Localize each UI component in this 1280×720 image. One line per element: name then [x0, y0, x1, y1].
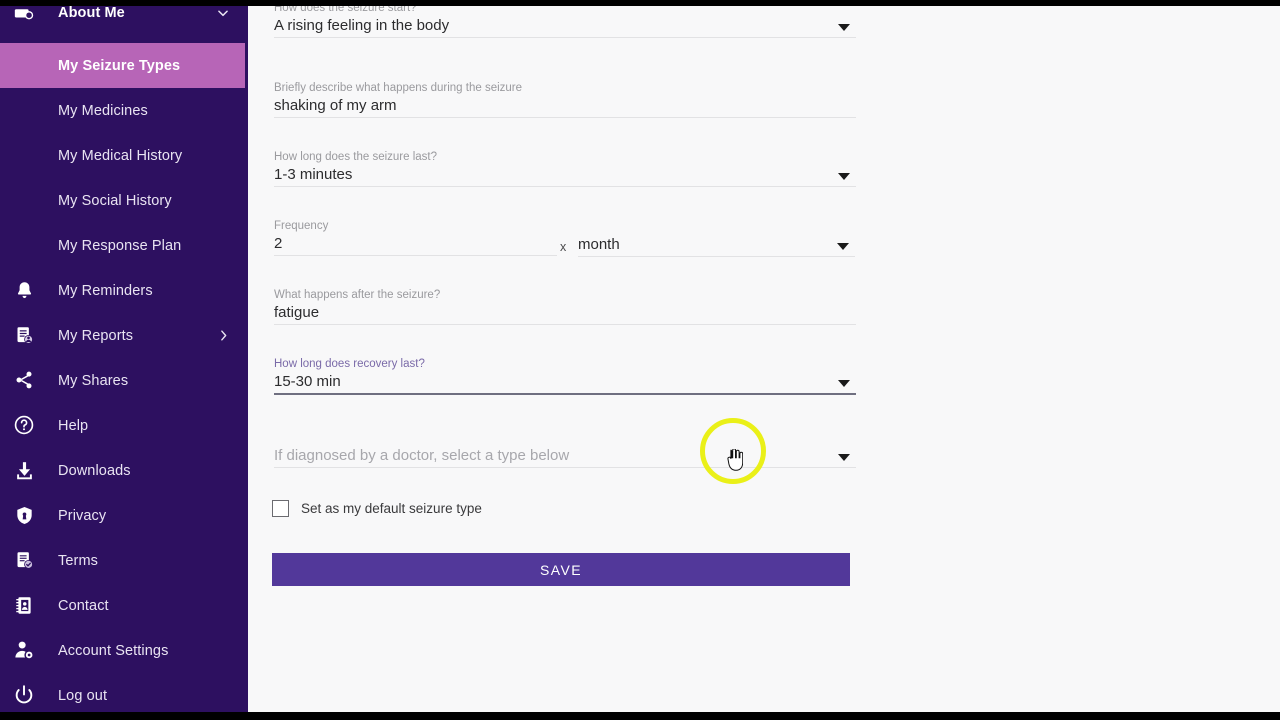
sidebar-item-my-shares[interactable]: My Shares	[0, 358, 248, 403]
chevron-down-icon[interactable]	[838, 380, 850, 387]
field-label: How long does recovery last?	[274, 357, 856, 371]
sidebar-item-label: My Social History	[58, 193, 172, 209]
field-value[interactable]: 1-3 minutes	[274, 164, 856, 186]
field-underline	[274, 324, 856, 325]
share-icon	[6, 362, 42, 398]
chevron-down-icon[interactable]	[837, 243, 849, 250]
sidebar-item-label: Terms	[58, 553, 98, 569]
field-underline	[274, 117, 856, 118]
sidebar-item-label: My Seizure Types	[58, 58, 180, 74]
sidebar-item-my-medicines[interactable]: My Medicines	[0, 88, 248, 133]
sidebar-item-label: Account Settings	[58, 643, 168, 659]
multiplier-symbol: x	[560, 240, 566, 254]
field-underline	[274, 186, 856, 187]
sidebar-navigation: About Me My Seizure Types My Medicines M…	[0, 6, 248, 712]
sidebar-item-privacy[interactable]: Privacy	[0, 493, 248, 538]
field-recovery-duration: How long does recovery last? 15-30 min	[274, 357, 856, 395]
sidebar-item-label: My Reminders	[58, 283, 153, 299]
shield-lock-icon	[6, 497, 42, 533]
field-underline	[274, 255, 557, 256]
seizure-type-form: How does the seizure start? A rising fee…	[248, 6, 1280, 712]
field-value[interactable]: month	[578, 234, 855, 256]
document-check-icon	[6, 542, 42, 578]
sidebar-item-label: Contact	[58, 598, 109, 614]
field-value[interactable]: 15-30 min	[274, 371, 856, 393]
chevron-down-icon[interactable]	[838, 173, 850, 180]
sidebar-item-my-response-plan[interactable]: My Response Plan	[0, 223, 248, 268]
field-label: Briefly describe what happens during the…	[274, 81, 856, 95]
sidebar-item-my-seizure-types[interactable]: My Seizure Types	[0, 43, 245, 88]
sidebar-item-label: About Me	[58, 6, 125, 21]
default-seizure-type-checkbox-row[interactable]: Set as my default seizure type	[272, 500, 482, 517]
sidebar-item-label: My Reports	[58, 328, 133, 344]
sidebar-item-my-medical-history[interactable]: My Medical History	[0, 133, 248, 178]
field-label: How does the seizure start?	[274, 6, 856, 15]
sidebar-item-label: My Medical History	[58, 148, 182, 164]
field-underline	[274, 37, 856, 38]
field-underline	[274, 467, 856, 468]
default-seizure-type-checkbox[interactable]	[272, 500, 289, 517]
sidebar-item-label: Downloads	[58, 463, 131, 479]
field-value[interactable]: 2	[274, 233, 557, 255]
sidebar-item-my-social-history[interactable]: My Social History	[0, 178, 248, 223]
field-label: Frequency	[274, 219, 557, 233]
sidebar-item-label: Log out	[58, 688, 107, 704]
field-seizure-start: How does the seizure start? A rising fee…	[274, 6, 856, 38]
sidebar-item-contact[interactable]: Contact	[0, 583, 248, 628]
report-person-icon	[6, 317, 42, 353]
field-diagnosed-type: If diagnosed by a doctor, select a type …	[274, 445, 856, 468]
field-underline	[274, 393, 856, 395]
sidebar-item-my-reports[interactable]: My Reports	[0, 313, 248, 358]
bell-icon	[6, 272, 42, 308]
sidebar-item-help[interactable]: Help	[0, 403, 248, 448]
field-value[interactable]: A rising feeling in the body	[274, 15, 856, 37]
sidebar-item-label: Privacy	[58, 508, 106, 524]
sidebar-item-account-settings[interactable]: Account Settings	[0, 628, 248, 673]
chevron-down-icon[interactable]	[838, 24, 850, 31]
sidebar-item-my-reminders[interactable]: My Reminders	[0, 268, 248, 313]
field-label: How long does the seizure last?	[274, 150, 856, 164]
about-me-icon	[6, 6, 42, 30]
sidebar-item-label: Help	[58, 418, 88, 434]
field-frequency-period: month	[578, 234, 855, 257]
sidebar-item-label: My Response Plan	[58, 238, 181, 254]
question-circle-icon	[6, 407, 42, 443]
field-value[interactable]: shaking of my arm	[274, 95, 856, 117]
field-frequency-count: Frequency 2	[274, 219, 557, 256]
sidebar-item-label: My Shares	[58, 373, 128, 389]
sidebar-item-downloads[interactable]: Downloads	[0, 448, 248, 493]
person-gear-icon	[6, 632, 42, 668]
sidebar-item-label: My Medicines	[58, 103, 148, 119]
checkbox-label: Set as my default seizure type	[301, 501, 482, 516]
sidebar-item-log-out[interactable]: Log out	[0, 673, 248, 712]
sidebar-item-terms[interactable]: Terms	[0, 538, 248, 583]
field-seizure-description: Briefly describe what happens during the…	[274, 81, 856, 118]
field-underline	[578, 256, 855, 257]
power-icon	[6, 677, 42, 712]
field-after-seizure: What happens after the seizure? fatigue	[274, 288, 856, 325]
app-window: About Me My Seizure Types My Medicines M…	[0, 6, 1280, 712]
address-book-icon	[6, 587, 42, 623]
chevron-down-icon	[216, 6, 230, 20]
field-label: What happens after the seizure?	[274, 288, 856, 302]
chevron-right-icon	[217, 329, 230, 342]
save-button[interactable]: SAVE	[272, 553, 850, 586]
field-value[interactable]: fatigue	[274, 302, 856, 324]
field-placeholder[interactable]: If diagnosed by a doctor, select a type …	[274, 445, 856, 467]
download-icon	[6, 452, 42, 488]
chevron-down-icon[interactable]	[838, 454, 850, 461]
field-seizure-duration: How long does the seizure last? 1-3 minu…	[274, 150, 856, 187]
sidebar-item-about-me[interactable]: About Me	[0, 6, 248, 35]
